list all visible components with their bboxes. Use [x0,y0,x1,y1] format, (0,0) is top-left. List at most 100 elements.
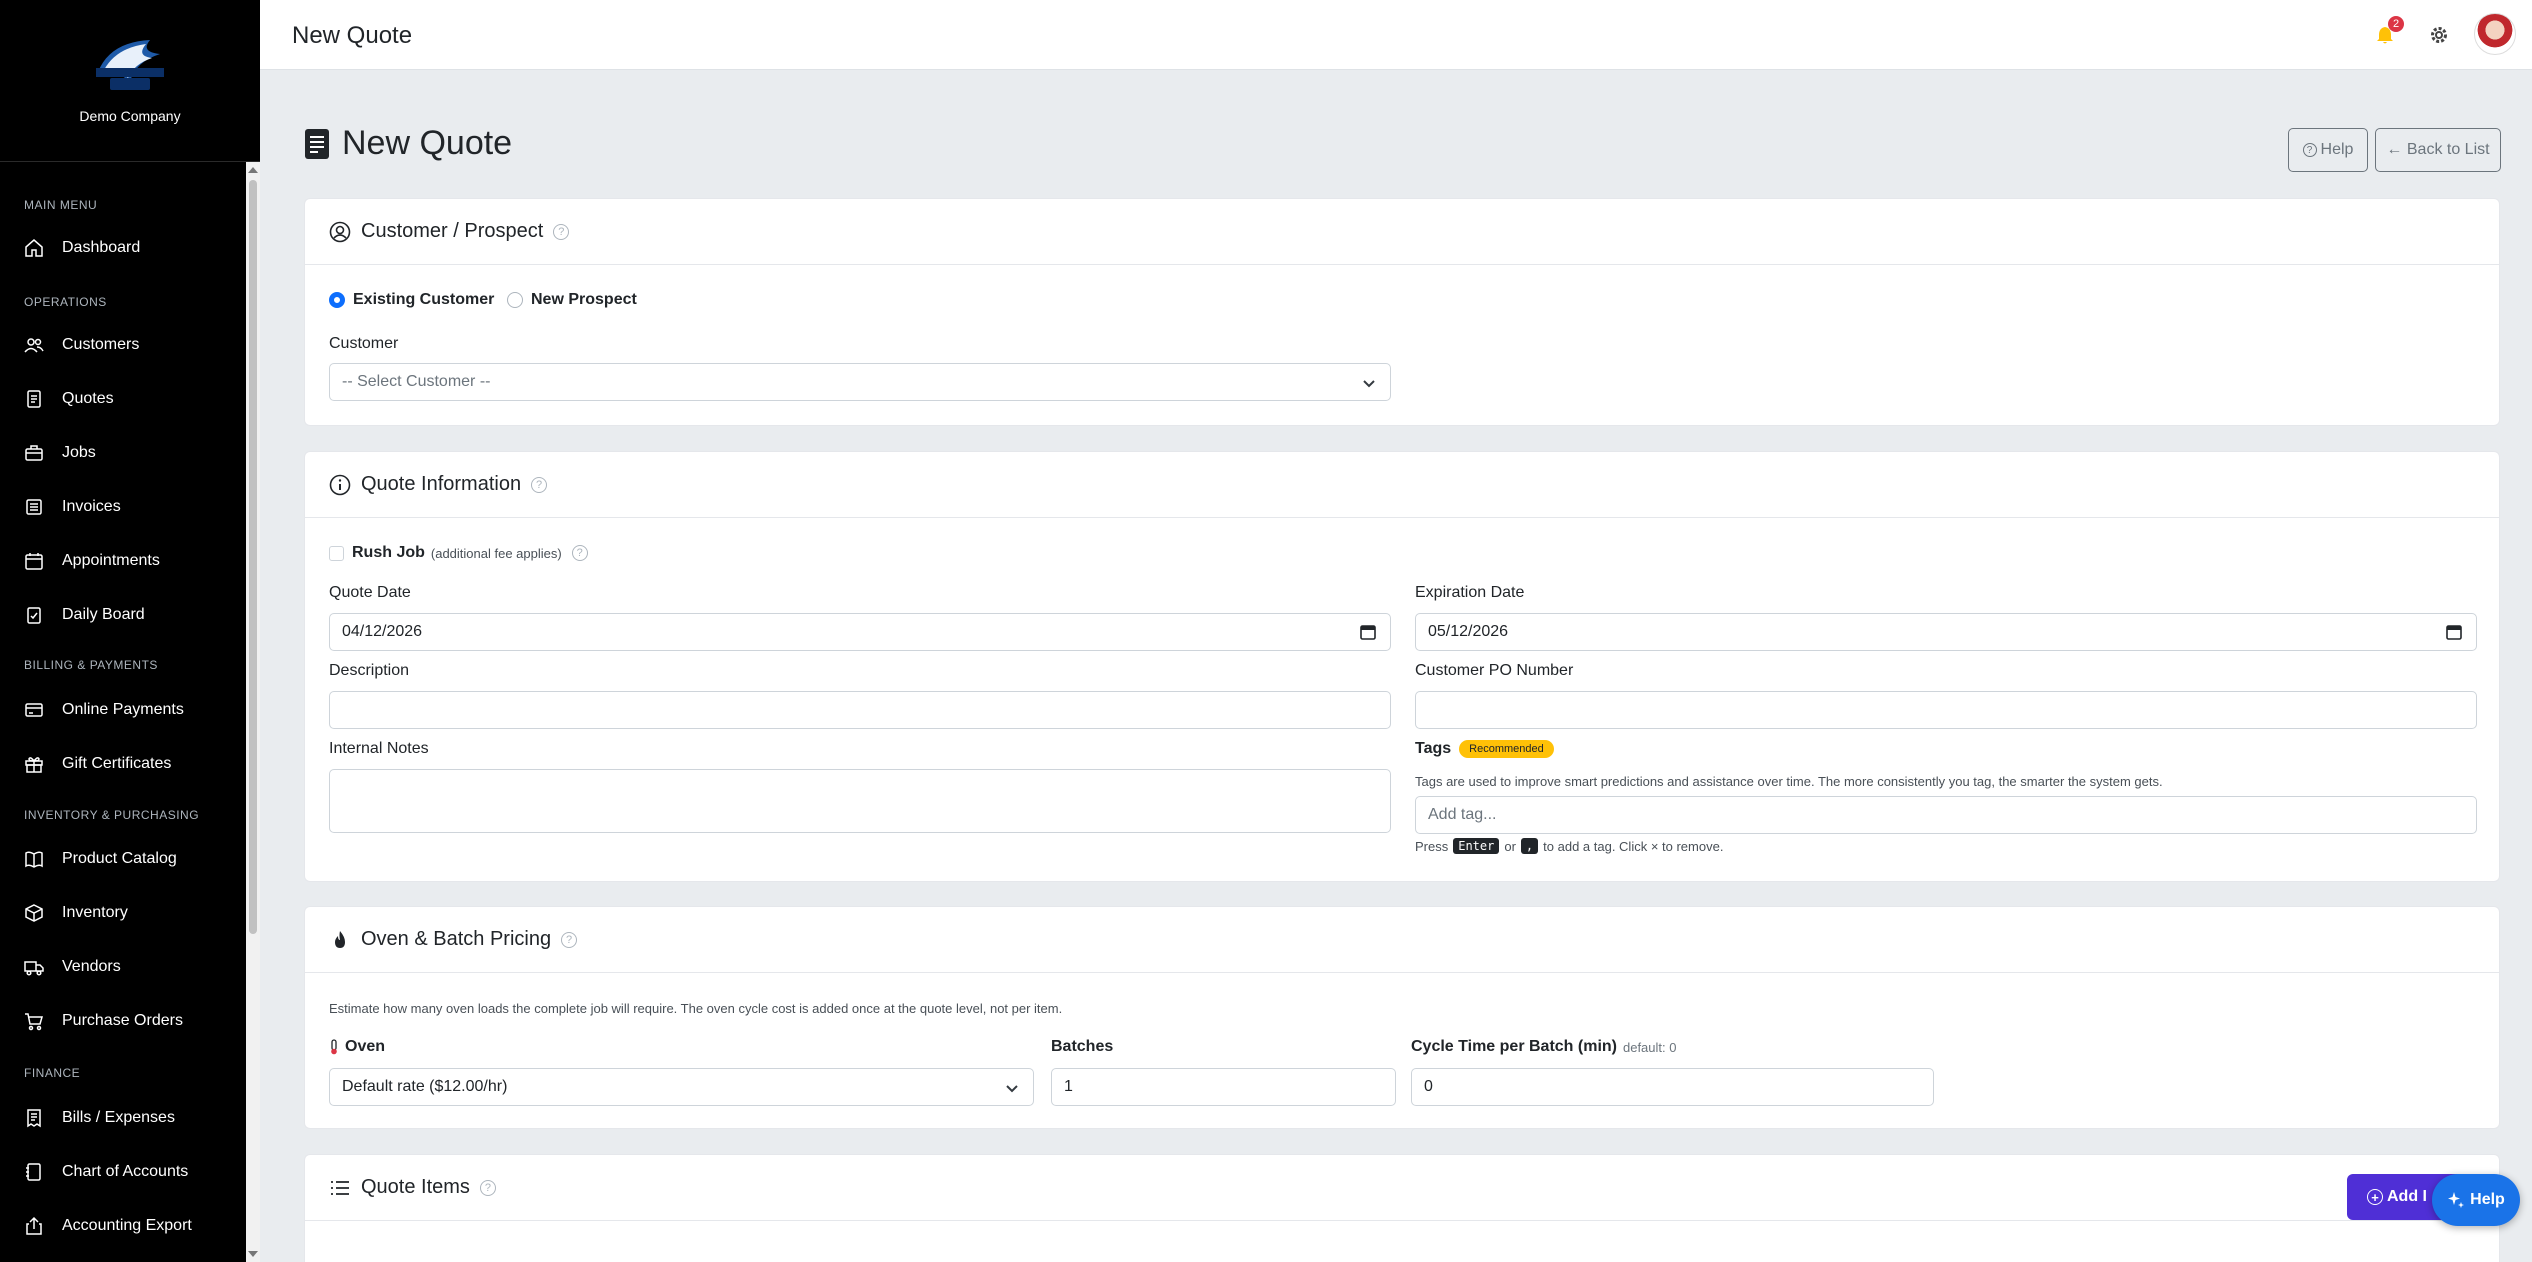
sidebar-item-purchase-orders[interactable]: Purchase Orders [24,1006,183,1036]
topbar: New Quote 2 [260,0,2532,70]
sidebar-item-label: Dashboard [62,239,141,256]
description-input[interactable] [329,691,1391,729]
question-circle-icon[interactable]: ? [479,1179,496,1196]
sidebar-item-inventory[interactable]: Inventory [24,898,128,928]
topbar-title: New Quote [292,22,413,49]
question-circle-icon[interactable]: ? [561,931,578,948]
customer-select[interactable]: -- Select Customer -- [329,363,1391,401]
sidebar-scrollbar[interactable] [246,162,260,1262]
quote-date-label: Quote Date [329,584,411,601]
list-icon [331,1180,349,1195]
credit-card-icon [25,703,43,717]
sidebar-item-invoices[interactable]: Invoices [24,492,121,522]
sidebar-item-gift-certificates[interactable]: Gift Certificates [24,749,171,779]
sidebar-item-label: Chart of Accounts [62,1163,189,1180]
sidebar-item-quotes[interactable]: Quotes [24,384,114,414]
sidebar-item-label: Invoices [62,498,121,515]
settings-button[interactable] [2426,22,2452,48]
customer-po-input[interactable] [1415,691,2477,729]
add-item-label: Add I [2387,1188,2427,1205]
cycle-time-input[interactable]: 0 [1411,1068,1934,1106]
radio-existing-input[interactable] [329,292,345,308]
rush-job-checkbox-row[interactable]: Rush Job (additional fee applies) ? [329,544,588,562]
sidebar-item-jobs[interactable]: Jobs [24,438,96,468]
oven-batch-pricing-card: Oven & Batch Pricing ? Estimate how many… [304,906,2500,1129]
document-icon [27,390,41,408]
sidebar-item-label: Inventory [62,904,128,921]
scroll-down-arrow-icon[interactable] [248,1251,258,1257]
radio-existing-customer[interactable]: Existing Customer [329,291,494,309]
scroll-up-arrow-icon[interactable] [248,167,258,173]
tags-hint-rest: to add a tag. Click × to remove. [1543,838,1724,854]
question-circle-icon: ? [2302,143,2317,157]
sidebar-item-label: Online Payments [62,701,184,718]
calendar-icon[interactable] [2446,624,2462,640]
batches-label: Batches [1051,1038,1114,1055]
sidebar-item-label: Gift Certificates [62,755,172,772]
fire-icon [335,930,345,948]
sidebar-item-accounting-export[interactable]: Accounting Export [24,1211,192,1241]
comma-key: , [1520,838,1539,854]
internal-notes-label: Internal Notes [329,740,429,757]
sidebar-item-online-payments[interactable]: Online Payments [24,695,184,725]
enter-key: Enter [1453,838,1500,854]
batches-value: 1 [1064,1078,1073,1095]
sidebar-item-label: Product Catalog [62,850,177,867]
cycle-label-row: Cycle Time per Batch (min) default: 0 [1411,1038,1676,1056]
sparkle-icon [2448,1192,2465,1208]
document-icon [305,128,329,159]
quote-card-title: Quote Information [361,473,522,495]
internal-notes-textarea[interactable] [329,769,1391,833]
company-name: Demo Company [79,108,181,124]
question-circle-icon[interactable]: ? [553,223,570,240]
tag-input[interactable]: Add tag... [1415,796,2477,834]
oven-select-value: Default rate ($12.00/hr) [342,1078,508,1095]
radio-new-prospect[interactable]: New Prospect [507,291,637,309]
sidebar-item-bills-expenses[interactable]: Bills / Expenses [24,1103,175,1133]
oven-description: Estimate how many oven loads the complet… [329,1001,1063,1016]
clipboard-check-icon [27,607,41,624]
help-chat-button[interactable]: Help [2432,1174,2520,1226]
oven-card-header: Oven & Batch Pricing ? [305,907,2499,973]
help-button[interactable]: ? Help [2288,128,2368,172]
customer-label: Customer [329,335,399,352]
notification-count-badge: 2 [2388,16,2404,32]
scrollbar-thumb[interactable] [249,180,257,934]
sidebar-item-customers[interactable]: Customers [24,330,139,360]
question-circle-icon[interactable]: ? [571,545,588,561]
sidebar-item-label: Daily Board [62,606,145,623]
description-label: Description [329,662,410,679]
batches-input[interactable]: 1 [1051,1068,1396,1106]
sidebar-item-vendors[interactable]: Vendors [24,952,121,982]
rush-job-checkbox[interactable] [329,545,344,561]
notifications-button[interactable]: 2 [2372,16,2404,48]
customer-select-value: -- Select Customer -- [342,373,491,390]
user-avatar[interactable] [2474,13,2516,55]
quote-items-card: Quote Items ? [304,1154,2500,1262]
tags-hint-or: or [1504,838,1516,854]
sidebar-item-dashboard[interactable]: Dashboard [24,233,140,263]
radio-new-input[interactable] [507,292,523,308]
expiration-date-input[interactable]: 05/12/2026 [1415,613,2477,651]
sidebar-item-daily-board[interactable]: Daily Board [24,600,145,630]
expiration-date-value: 05/12/2026 [1428,623,1509,640]
sidebar-item-product-catalog[interactable]: Product Catalog [24,844,177,874]
calendar-icon[interactable] [1360,624,1376,640]
oven-card-title: Oven & Batch Pricing [361,928,552,950]
brand: Demo Company [0,0,260,162]
back-to-list-button[interactable]: ← Back to List [2375,128,2501,172]
sidebar-item-chart-of-accounts[interactable]: Chart of Accounts [24,1157,188,1187]
tags-hint-press: Press [1415,838,1449,854]
sidebar-item-label: Jobs [62,444,96,461]
cycle-default-note: default: 0 [1622,1039,1677,1055]
journal-icon [26,1163,41,1181]
sidebar-item-appointments[interactable]: Appointments [24,546,160,576]
oven-select[interactable]: Default rate ($12.00/hr) [329,1068,1034,1106]
expiration-date-label: Expiration Date [1415,584,1525,601]
box-icon [25,904,43,922]
company-logo[interactable] [90,32,170,96]
quote-date-input[interactable]: 04/12/2026 [329,613,1391,651]
page-title: New Quote [342,124,513,162]
question-circle-icon[interactable]: ? [531,476,548,493]
cycle-time-label: Cycle Time per Batch (min) [1411,1038,1617,1055]
